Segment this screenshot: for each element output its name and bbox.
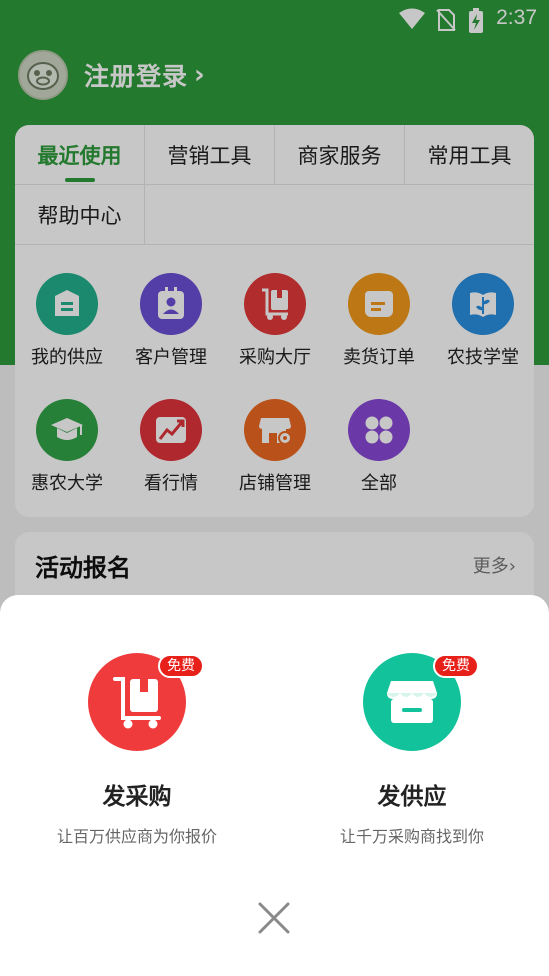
supply-store-icon[interactable]: 免费 — [363, 653, 479, 751]
free-badge: 免费 — [158, 654, 204, 678]
close-icon[interactable] — [256, 900, 292, 936]
free-badge: 免费 — [433, 654, 479, 678]
option-description: 让千万采购商找到你 — [339, 827, 484, 846]
option-title: 发供应 — [377, 784, 447, 810]
option-description: 让百万供应商为你报价 — [56, 827, 217, 846]
option-title: 发采购 — [102, 784, 172, 810]
publish-supply-option[interactable]: 免费 发供应 让千万采购商找到你 — [287, 653, 537, 847]
publish-purchase-option[interactable]: 免费 发采购 让百万供应商为你报价 — [12, 653, 262, 847]
publish-bottom-sheet: 免费 发采购 让百万供应商为你报价 免费 发供应 让千万采购商找到你 — [0, 595, 549, 976]
purchase-cart-icon[interactable]: 免费 — [88, 653, 204, 751]
